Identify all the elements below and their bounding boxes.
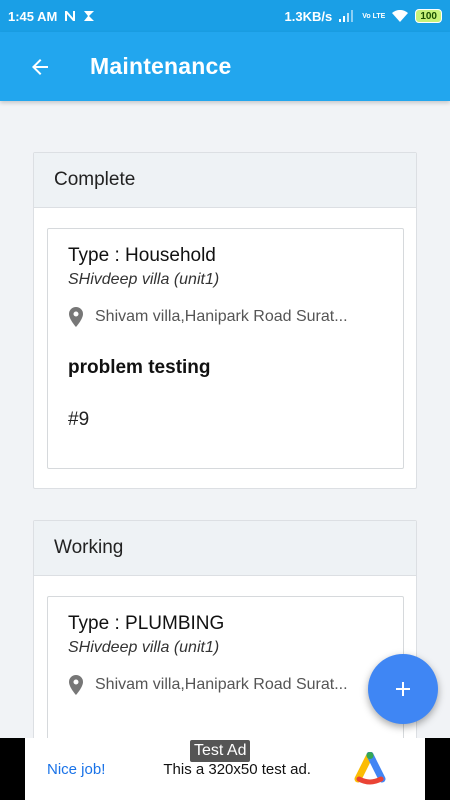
arrow-back-icon <box>32 58 48 75</box>
item-address-row: Shivam villa,Hanipark Road Surat... <box>68 675 383 695</box>
item-address: Shivam villa,Hanipark Road Surat... <box>95 676 348 693</box>
ad-text: This a 320x50 test ad. <box>163 760 311 778</box>
item-type: Type : PLUMBING <box>68 613 225 634</box>
cell-signal-icon <box>339 10 355 22</box>
add-button[interactable] <box>368 654 438 724</box>
maintenance-item[interactable]: Type : Household SHivdeep villa (unit1) … <box>47 228 404 469</box>
back-button[interactable] <box>12 39 68 95</box>
page-title: Maintenance <box>90 53 232 79</box>
item-number: #9 <box>68 409 90 430</box>
item-address: Shivam villa,Hanipark Road Surat... <box>95 308 348 325</box>
wifi-icon <box>392 10 409 22</box>
battery-indicator: 100 <box>415 9 442 23</box>
ad-nice-text: Nice job! <box>47 760 106 778</box>
section-header: Working <box>34 521 416 576</box>
n-icon <box>64 10 76 22</box>
section-header: Complete <box>34 153 416 208</box>
item-address-row: Shivam villa,Hanipark Road Surat... <box>68 307 383 327</box>
item-property: SHivdeep villa (unit1) <box>68 271 220 288</box>
signal-b-icon <box>83 10 95 22</box>
item-problem: problem testing <box>68 357 211 378</box>
location-pin-icon <box>68 675 84 695</box>
maintenance-item[interactable]: Type : PLUMBING SHivdeep villa (unit1) S… <box>47 596 404 756</box>
item-type: Type : Household <box>68 245 216 266</box>
network-speed: 1.3KB/s <box>284 8 333 24</box>
section-working: Working Type : PLUMBING SHivdeep villa (… <box>33 520 417 756</box>
ad-label: Test Ad <box>190 740 251 762</box>
section-complete: Complete Type : Household SHivdeep villa… <box>33 152 417 489</box>
app-bar: Maintenance <box>0 32 450 101</box>
status-time: 1:45 AM <box>8 8 58 24</box>
status-bar-right: 1.3KB/s Vo LTE 100 <box>285 9 442 24</box>
status-bar-left: 1:45 AM <box>8 9 95 24</box>
ad-logo-icon <box>353 752 387 786</box>
item-property: SHivdeep villa (unit1) <box>68 639 220 656</box>
volte-indicator: Vo LTE <box>362 12 386 20</box>
plus-icon <box>396 682 410 696</box>
status-bar: 1:45 AM 1.3KB/s Vo LTE 100 <box>0 0 450 32</box>
location-pin-icon <box>68 307 84 327</box>
